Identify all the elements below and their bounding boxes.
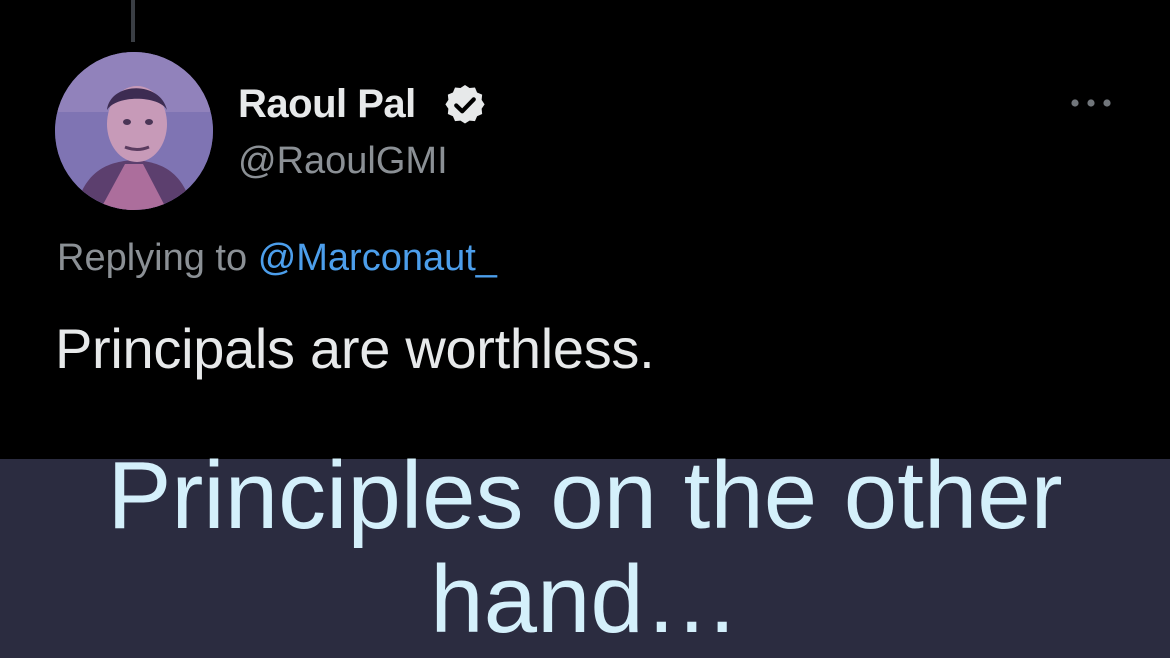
author-handle[interactable]: @RaoulGMI xyxy=(238,138,448,184)
avatar-photo-icon xyxy=(55,52,213,210)
caption-line-1: Principles on the other xyxy=(107,442,1063,549)
reply-mention-link[interactable]: @Marconaut_ xyxy=(258,237,497,279)
author-display-name[interactable]: Raoul Pal xyxy=(238,80,416,128)
thread-connector-line xyxy=(131,0,135,42)
verified-badge-icon xyxy=(445,84,485,124)
replying-to-line: Replying to @Marconaut_ xyxy=(57,234,497,282)
ellipsis-icon[interactable] xyxy=(1066,92,1116,114)
tweet-text: Principals are worthless. xyxy=(55,317,655,380)
replying-to-label: Replying to xyxy=(57,237,248,279)
avatar[interactable] xyxy=(55,52,213,210)
meme-caption: Principles on the other hand… xyxy=(0,444,1170,652)
caption-line-2: hand… xyxy=(430,546,740,653)
